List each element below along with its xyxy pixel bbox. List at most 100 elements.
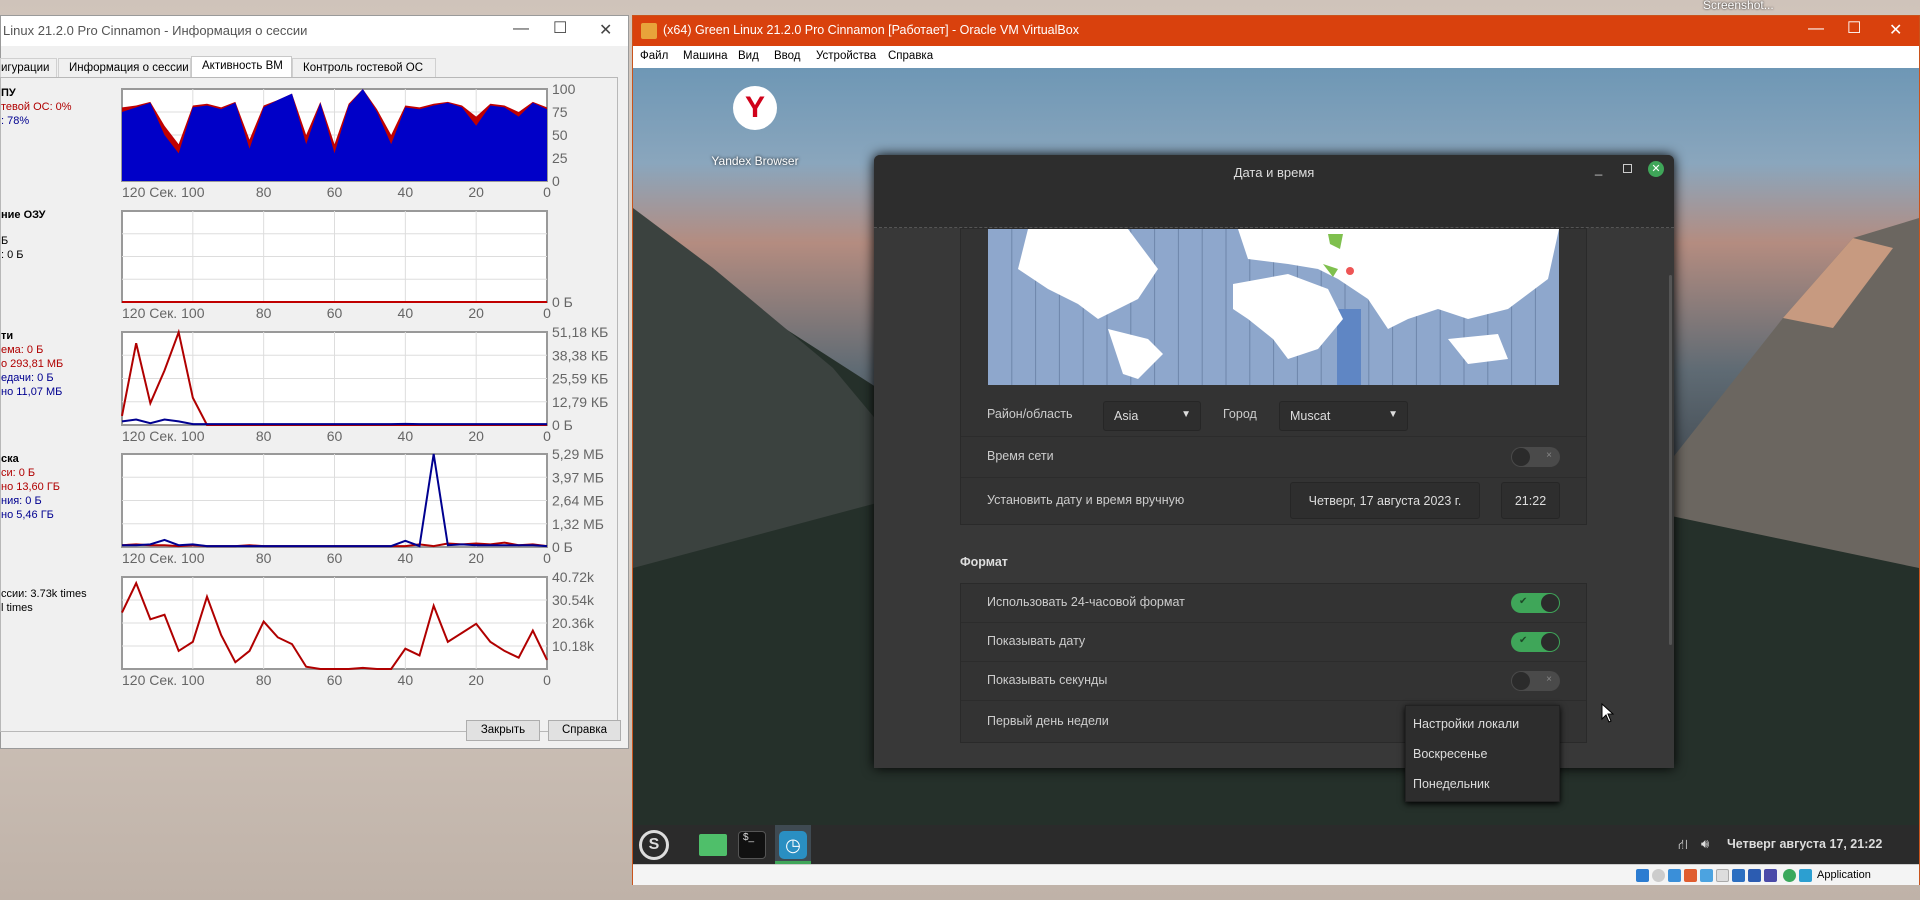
recording-icon[interactable]	[1748, 869, 1761, 882]
24-hour-toggle[interactable]: ✔	[1511, 593, 1560, 613]
net-line: едачи: 0 Б	[1, 372, 54, 384]
menu-item-monday[interactable]: Понедельник	[1413, 777, 1490, 791]
close-button[interactable]: ✕	[1648, 161, 1664, 177]
file-manager-icon[interactable]	[699, 834, 727, 856]
city-combobox[interactable]: Muscat ▼	[1279, 401, 1408, 431]
audio-icon[interactable]	[1668, 869, 1681, 882]
menu-file[interactable]: Файл	[640, 50, 668, 62]
desktop-screenshot-label[interactable]: Screenshot...	[1703, 0, 1774, 12]
city-value: Muscat	[1290, 409, 1331, 423]
disk-line: ния: 0 Б	[1, 495, 42, 507]
y-tick-label: 12,79 КБ	[552, 394, 608, 410]
x-axis-label: 120 Сек.	[122, 305, 177, 321]
x-tick-label: 20	[468, 428, 484, 444]
net-line: но 11,07 МБ	[1, 386, 63, 398]
cpu-chart: 120 Сек. 100 80 60 40 20 01007550250	[121, 81, 576, 200]
volume-icon[interactable]: 🔊︎	[1701, 836, 1709, 852]
x-tick-label: 100	[181, 428, 205, 444]
x-tick-label: 40	[398, 428, 414, 444]
network-time-label: Время сети	[987, 449, 1054, 463]
x-tick-label: 100	[181, 672, 205, 688]
maximize-button[interactable]: ☐	[553, 18, 567, 38]
y-tick-label: 0 Б	[552, 294, 573, 310]
x-tick-label: 0	[543, 184, 551, 200]
scrollbar[interactable]	[1669, 275, 1672, 645]
close-dialog-button[interactable]: Закрыть	[466, 720, 540, 741]
network-icon[interactable]: ⛙	[1678, 836, 1688, 855]
usb-icon[interactable]	[1700, 869, 1713, 882]
x-tick-label: 80	[256, 184, 272, 200]
menu-item-sunday[interactable]: Воскресенье	[1413, 747, 1487, 761]
y-tick-label: 3,97 МБ	[552, 469, 604, 485]
dropdown-arrow-icon: ▼	[1181, 409, 1191, 420]
menu-bar: Файл Машина Вид Ввод Устройства Справка	[633, 46, 1919, 68]
maximize-button[interactable]: ☐	[1847, 18, 1861, 38]
minimize-button[interactable]: —	[1808, 20, 1824, 38]
date-button[interactable]: Четверг, 17 августа 2023 г.	[1290, 482, 1480, 519]
x-tick-label: 0	[543, 550, 551, 566]
format-row-label: Показывать секунды	[987, 673, 1108, 687]
minimize-button[interactable]: _	[1595, 161, 1602, 176]
date-time-dialog: Дата и время _ ✕ Район/область Asia ▼ Го…	[874, 155, 1674, 768]
format-row-label: Показывать дату	[987, 634, 1086, 648]
close-button[interactable]: ✕	[599, 20, 612, 40]
first-day-label: Первый день недели	[987, 714, 1109, 728]
menu-machine[interactable]: Машина	[683, 50, 728, 62]
menu-item-locale[interactable]: Настройки локали	[1413, 717, 1519, 731]
region-label: Район/область	[987, 407, 1073, 421]
menu-view[interactable]: Вид	[738, 50, 759, 62]
menu-input[interactable]: Ввод	[774, 50, 801, 62]
show-seconds-toggle[interactable]: ×	[1511, 671, 1560, 691]
x-tick-label: 40	[398, 305, 414, 321]
yandex-browser-icon[interactable]: Y	[733, 86, 777, 130]
tab-session-info[interactable]: Информация о сессии	[58, 58, 191, 78]
x-tick-label: 80	[256, 550, 272, 566]
network-adapter-icon[interactable]	[1684, 869, 1697, 882]
y-tick-label: 1,32 МБ	[552, 516, 604, 532]
help-button[interactable]: Справка	[548, 720, 621, 741]
maximize-button[interactable]	[1623, 164, 1632, 173]
network-time-toggle[interactable]: ×	[1511, 447, 1560, 467]
tab-vm-activity[interactable]: Активность ВМ	[191, 56, 292, 79]
cpu-icon[interactable]	[1764, 869, 1777, 882]
mouse-integration-icon[interactable]	[1783, 869, 1796, 882]
window-title: (x64) Green Linux 21.2.0 Pro Cinnamon [Р…	[663, 23, 1079, 37]
menu-devices[interactable]: Устройства	[816, 50, 876, 62]
virtualbox-window: (x64) Green Linux 21.2.0 Pro Cinnamon [Р…	[632, 15, 1920, 885]
host-key-label: Application	[1817, 869, 1871, 881]
manual-time-row: Установить дату и время вручную Четверг,…	[961, 478, 1586, 525]
ram-line: Б	[1, 235, 9, 247]
terminal-icon[interactable]: $_	[738, 831, 766, 859]
minimize-button[interactable]: —	[513, 20, 529, 38]
shared-folders-icon[interactable]	[1716, 869, 1729, 882]
x-tick-label: 40	[398, 550, 414, 566]
disk-line: но 13,60 ГБ	[1, 481, 61, 493]
menu-icon[interactable]: S	[639, 830, 669, 860]
time-button[interactable]: 21:22	[1501, 482, 1560, 519]
menu-help[interactable]: Справка	[888, 50, 933, 62]
display-icon[interactable]	[1732, 869, 1745, 882]
show-date-toggle[interactable]: ✔	[1511, 632, 1560, 652]
x-tick-label: 60	[327, 672, 343, 688]
format-row: Показывать дату ✔	[961, 623, 1586, 662]
guest-screen[interactable]: Y Yandex Browser Дата и время _ ✕ Район/…	[633, 68, 1919, 864]
desktop-icon-label[interactable]: Yandex Browser	[703, 154, 807, 168]
tab-configuration[interactable]: игурации	[0, 58, 57, 78]
net-line: о 293,81 МБ	[1, 358, 64, 370]
close-button[interactable]: ✕	[1889, 20, 1902, 40]
city-label: Город	[1223, 407, 1257, 421]
x-tick-label: 20	[468, 184, 484, 200]
keyboard-icon[interactable]	[1799, 869, 1812, 882]
x-tick-label: 0	[543, 305, 551, 321]
y-tick-label: 0 Б	[552, 539, 573, 555]
region-combobox[interactable]: Asia ▼	[1103, 401, 1201, 431]
title-bar: (x64) Green Linux 21.2.0 Pro Cinnamon [Р…	[633, 16, 1919, 46]
taskbar-clock[interactable]: Четверг августа 17, 21:22	[1727, 837, 1882, 851]
format-row-label: Использовать 24-часовой формат	[987, 595, 1185, 609]
tab-guest-control[interactable]: Контроль гостевой ОС	[292, 58, 436, 78]
datetime-app-button[interactable]: ◷	[775, 825, 811, 864]
optical-drive-icon[interactable]	[1652, 869, 1665, 882]
hard-disk-icon[interactable]	[1636, 869, 1649, 882]
disk-chart: 120 Сек. 100 80 60 40 20 0 5,29 МБ 3,97 МБ 2,64 М…	[121, 446, 604, 566]
timezone-map[interactable]	[988, 229, 1559, 385]
